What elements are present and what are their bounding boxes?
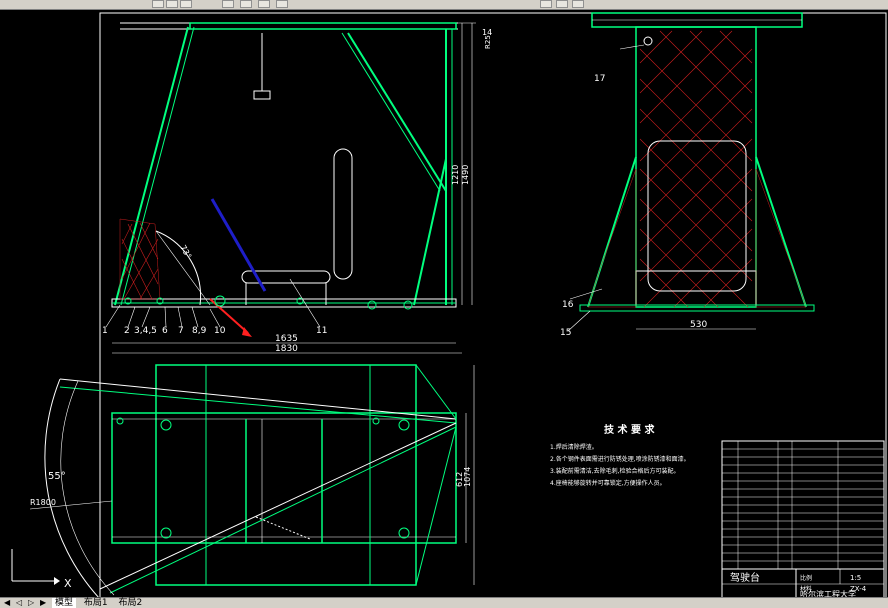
title-block-drawing-no: ZX-4: [850, 585, 867, 593]
front-elevation: [105, 22, 476, 337]
title-block-scale-label: 比例: [800, 574, 812, 582]
tech-req-4: 4.座椅能够旋转并可靠锁定,方便操作人员。: [550, 479, 666, 487]
linetype-button[interactable]: [258, 0, 270, 8]
dim-angle: 55°: [48, 471, 66, 482]
part-label-10: 10: [214, 326, 226, 336]
dim-front-top: 1635: [275, 334, 298, 344]
dim-height-a: 1210: [451, 165, 460, 185]
ucs-x-label: X: [64, 577, 72, 590]
dim-arc-angle: 73°: [178, 244, 193, 261]
dim-plan-w2: 1074: [463, 467, 472, 487]
status-bar: ◀ ◁ ▷ ▶ 模型 布局1 布局2: [0, 597, 888, 608]
part-label-16: 16: [562, 300, 574, 310]
toolbar-button-3[interactable]: [180, 0, 192, 8]
title-block-material: 材料: [800, 585, 812, 593]
part-label-11: 11: [316, 326, 327, 336]
plan-view: [11, 342, 475, 597]
dim-front-bottom: 1830: [275, 344, 298, 354]
tech-title: 技 术 要 求: [604, 423, 655, 436]
part-label-17: 17: [594, 74, 605, 84]
properties-button[interactable]: [572, 0, 584, 8]
title-block-title: 驾驶台: [730, 571, 760, 584]
tech-req-3: 3.装配前需清洁,去除毛刺,检验合格后方可装配。: [550, 467, 680, 475]
dim-small-b: R25: [484, 35, 492, 49]
dim-side-width: 530: [690, 320, 707, 330]
drawing-canvas[interactable]: 1635 1830 530 1210 1490 6 1 2 1074 R1800 5…: [0, 9, 888, 597]
part-label-1: 1: [102, 326, 108, 336]
layer-button[interactable]: [222, 0, 234, 8]
tech-req-1: 1.焊后清除焊渣。: [550, 443, 598, 451]
toolbar-button-2[interactable]: [166, 0, 178, 8]
paint-button[interactable]: [540, 0, 552, 8]
part-label-15: 15: [560, 328, 571, 338]
part-label-3: 3,4,5: [134, 326, 157, 336]
side-elevation: [567, 12, 815, 332]
title-block-scale-value: 1:5: [850, 574, 861, 582]
tech-req-2: 2.各个钢件表面需进行防锈处理,喷涂防锈漆和面漆。: [550, 455, 690, 463]
dim-height-b: 1490: [461, 165, 470, 185]
part-label-2: 2: [124, 326, 130, 336]
toolbar-button-1[interactable]: [152, 0, 164, 8]
part-label-8: 8,9: [192, 326, 207, 336]
part-label-7: 7: [178, 326, 184, 336]
match-button[interactable]: [556, 0, 568, 8]
dim-radius: R1800: [30, 498, 56, 507]
part-label-6: 6: [162, 326, 168, 336]
lineweight-button[interactable]: [276, 0, 288, 8]
color-button[interactable]: [240, 0, 252, 8]
